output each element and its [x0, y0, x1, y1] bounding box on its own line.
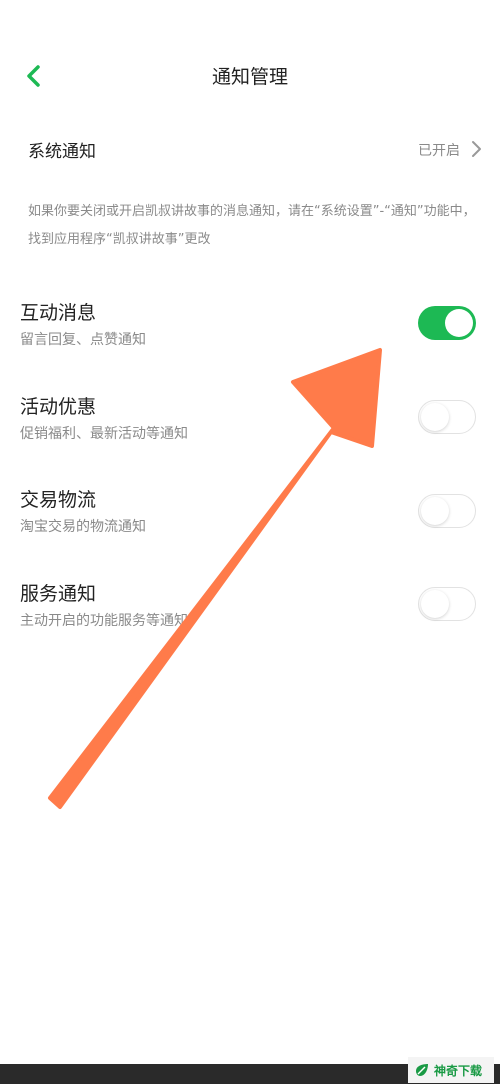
toggle-knob	[421, 496, 449, 525]
setting-title: 交易物流	[20, 489, 97, 511]
toggle-logistics[interactable]	[418, 494, 476, 528]
toggle-service[interactable]	[418, 587, 476, 621]
leaf-logo-icon	[416, 1064, 428, 1076]
setting-subtitle: 主动开启的功能服务等通知	[20, 613, 188, 629]
toggle-interaction-messages[interactable]	[418, 306, 476, 340]
page-title: 通知管理	[211, 66, 288, 88]
watermark-text: 神奇下载	[434, 1063, 483, 1078]
setting-title: 活动优惠	[20, 396, 97, 418]
toggle-knob	[445, 309, 473, 337]
setting-subtitle: 留言回复、点赞通知	[20, 332, 146, 348]
toggle-knob	[421, 589, 449, 618]
chevron-right-icon	[472, 141, 481, 157]
system-notification-status: 已开启	[418, 143, 460, 159]
system-notification-label: 系统通知	[28, 142, 96, 162]
toggle-promotions[interactable]	[418, 400, 476, 434]
system-notification-row[interactable]: 系统通知 已开启	[0, 120, 500, 178]
setting-subtitle: 淘宝交易的物流通知	[20, 519, 146, 535]
setting-title: 互动消息	[20, 302, 97, 324]
setting-subtitle: 促销福利、最新活动等通知	[20, 426, 188, 442]
setting-title: 服务通知	[20, 583, 97, 605]
notification-hint: 如果你要关闭或开启凯叔讲故事的消息通知，请在“系统设置”-“通知”功能中，找到应…	[28, 204, 476, 247]
header-bar: 通知管理	[0, 40, 500, 110]
site-watermark: 神奇下载	[408, 1057, 494, 1083]
toggle-knob	[421, 402, 449, 431]
